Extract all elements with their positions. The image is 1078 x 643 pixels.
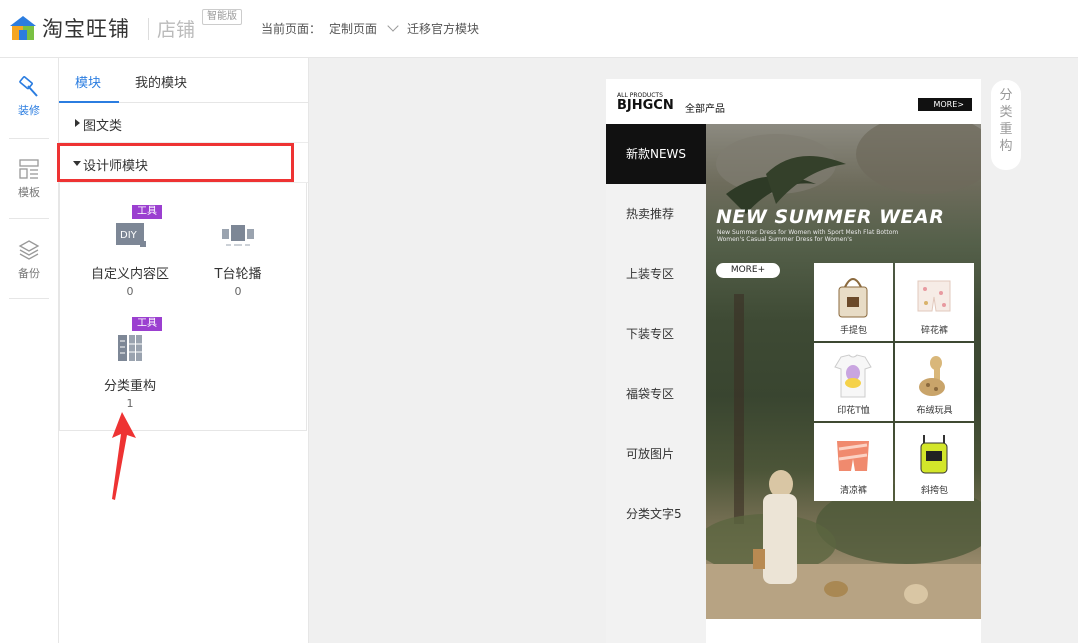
module-side-label[interactable]: 分类重构: [991, 80, 1021, 170]
module-name: 自定义内容区: [90, 267, 169, 282]
product-name: 手提包: [839, 326, 867, 336]
plush-toy-icon: [919, 356, 945, 396]
module-count: 1: [126, 397, 134, 410]
crossbody-bag-icon: [920, 435, 948, 474]
mobile-preview: ALL PRODUCTS BJHGCN 全部产品 MORE> 新款NEWS 热卖…: [606, 79, 981, 643]
header-divider: [148, 18, 149, 40]
module-tabs: 模块 我的模块: [59, 58, 308, 103]
module-count: 0: [234, 285, 242, 298]
nav-divider: [9, 218, 49, 219]
handbag-icon: [838, 278, 868, 318]
banner-photo[interactable]: NEW SUMMER WEAR New Summer Dress for Wom…: [706, 124, 981, 619]
diy-icon: DIY: [116, 223, 146, 247]
nav-label: 装修: [18, 104, 40, 117]
tab-modules[interactable]: 模块: [75, 72, 101, 91]
headline: NEW SUMMER WEAR: [716, 206, 945, 228]
layers-icon: [18, 240, 40, 260]
side-label-text: 分类重构: [999, 88, 1013, 154]
module-name: T台轮播: [214, 267, 262, 282]
preview-header: ALL PRODUCTS BJHGCN 全部产品 MORE>: [606, 79, 981, 124]
tool-tag: 工具: [132, 317, 162, 331]
category-grid-icon: [118, 335, 142, 361]
category-list: 新款NEWS 热卖推荐 上装专区 下装专区 福袋专区 可放图片 分类文字5: [606, 124, 706, 544]
top-header: 淘宝旺铺 店铺 智能版 当前页面： 定制页面 迁移官方模块: [0, 0, 1078, 58]
diy-icon-text: DIY: [120, 230, 138, 241]
hammer-icon: [19, 76, 38, 97]
taobao-logo-icon: [10, 16, 36, 40]
printed-tshirt-icon: [834, 354, 872, 398]
all-products-cn: 全部产品: [685, 104, 725, 115]
product-name: 印花T恤: [837, 406, 870, 416]
highlight-annotation: [57, 143, 294, 182]
product-card[interactable]: 斜挎包: [895, 423, 974, 501]
module-runway-carousel[interactable]: T台轮播 0: [178, 205, 298, 298]
product-name: 布绒玩具: [916, 406, 953, 416]
carousel-icon: [222, 225, 254, 246]
shop-name: BJHGCN: [617, 98, 674, 113]
nav-divider: [9, 138, 49, 139]
product-card[interactable]: 印花T恤: [814, 343, 893, 421]
module-category-rebuild[interactable]: 工具 分类重构 1: [70, 317, 190, 410]
tool-tag: 工具: [132, 205, 162, 219]
section-label: 图文类: [83, 119, 123, 134]
product-grid: 手提包 碎花裤 印花T恤 布绒玩具 清凉裤 斜挎包: [814, 263, 974, 501]
headline-sub: Women's Casual Summer Dress for Women's: [717, 236, 853, 243]
sub-brand: 店铺: [157, 19, 196, 41]
current-page-bar: 当前页面： 定制页面 迁移官方模块: [261, 20, 479, 37]
headline-sub: New Summer Dress for Women with Sport Me…: [717, 229, 899, 236]
cool-shorts-icon: [837, 441, 869, 471]
left-nav: 装修 模板 备份: [0, 58, 59, 643]
edition-badge: 智能版: [202, 9, 242, 25]
floral-shorts-icon: [917, 280, 951, 312]
category-item[interactable]: 上装专区: [606, 244, 706, 304]
designer-module-grid: 工具 DIY 自定义内容区 0 T台轮播 0 工具 分类重构 1: [59, 183, 307, 431]
product-card[interactable]: 手提包: [814, 263, 893, 341]
migrate-link[interactable]: 迁移官方模块: [407, 22, 479, 36]
nav-item-backup[interactable]: 备份: [0, 239, 58, 311]
product-card[interactable]: 碎花裤: [895, 263, 974, 341]
category-list-filler: [606, 544, 706, 643]
product-name: 清凉裤: [839, 486, 867, 496]
module-count: 0: [126, 285, 134, 298]
section-graphic-text[interactable]: 图文类: [59, 103, 308, 143]
more-button[interactable]: MORE>: [918, 98, 972, 111]
category-item[interactable]: 新款NEWS: [606, 124, 706, 184]
category-item[interactable]: 分类文字5: [606, 484, 706, 544]
tab-my-modules[interactable]: 我的模块: [135, 72, 187, 91]
module-custom-content[interactable]: 工具 DIY 自定义内容区 0: [70, 205, 190, 298]
nav-label: 模板: [18, 186, 40, 199]
nav-divider: [9, 298, 49, 299]
product-name: 斜挎包: [920, 486, 948, 496]
module-name: 分类重构: [103, 379, 156, 394]
template-icon: [19, 159, 39, 179]
current-page-label: 当前页面：: [261, 22, 322, 36]
caret-right-icon: [75, 119, 80, 127]
product-name: 碎花裤: [920, 326, 948, 336]
product-card[interactable]: 布绒玩具: [895, 343, 974, 421]
nav-label: 备份: [18, 267, 40, 280]
more-plus-button[interactable]: MORE+: [716, 263, 780, 278]
red-arrow-annotation: [112, 412, 136, 500]
category-item[interactable]: 热卖推荐: [606, 184, 706, 244]
brand-title: 淘宝旺铺: [42, 17, 130, 41]
chevron-down-icon[interactable]: [387, 20, 399, 32]
category-item[interactable]: 下装专区: [606, 304, 706, 364]
current-page-select[interactable]: 定制页面: [329, 22, 377, 36]
category-item[interactable]: 福袋专区: [606, 364, 706, 424]
category-item[interactable]: 可放图片: [606, 424, 706, 484]
product-card[interactable]: 清凉裤: [814, 423, 893, 501]
nav-item-template[interactable]: 模板: [0, 158, 58, 230]
